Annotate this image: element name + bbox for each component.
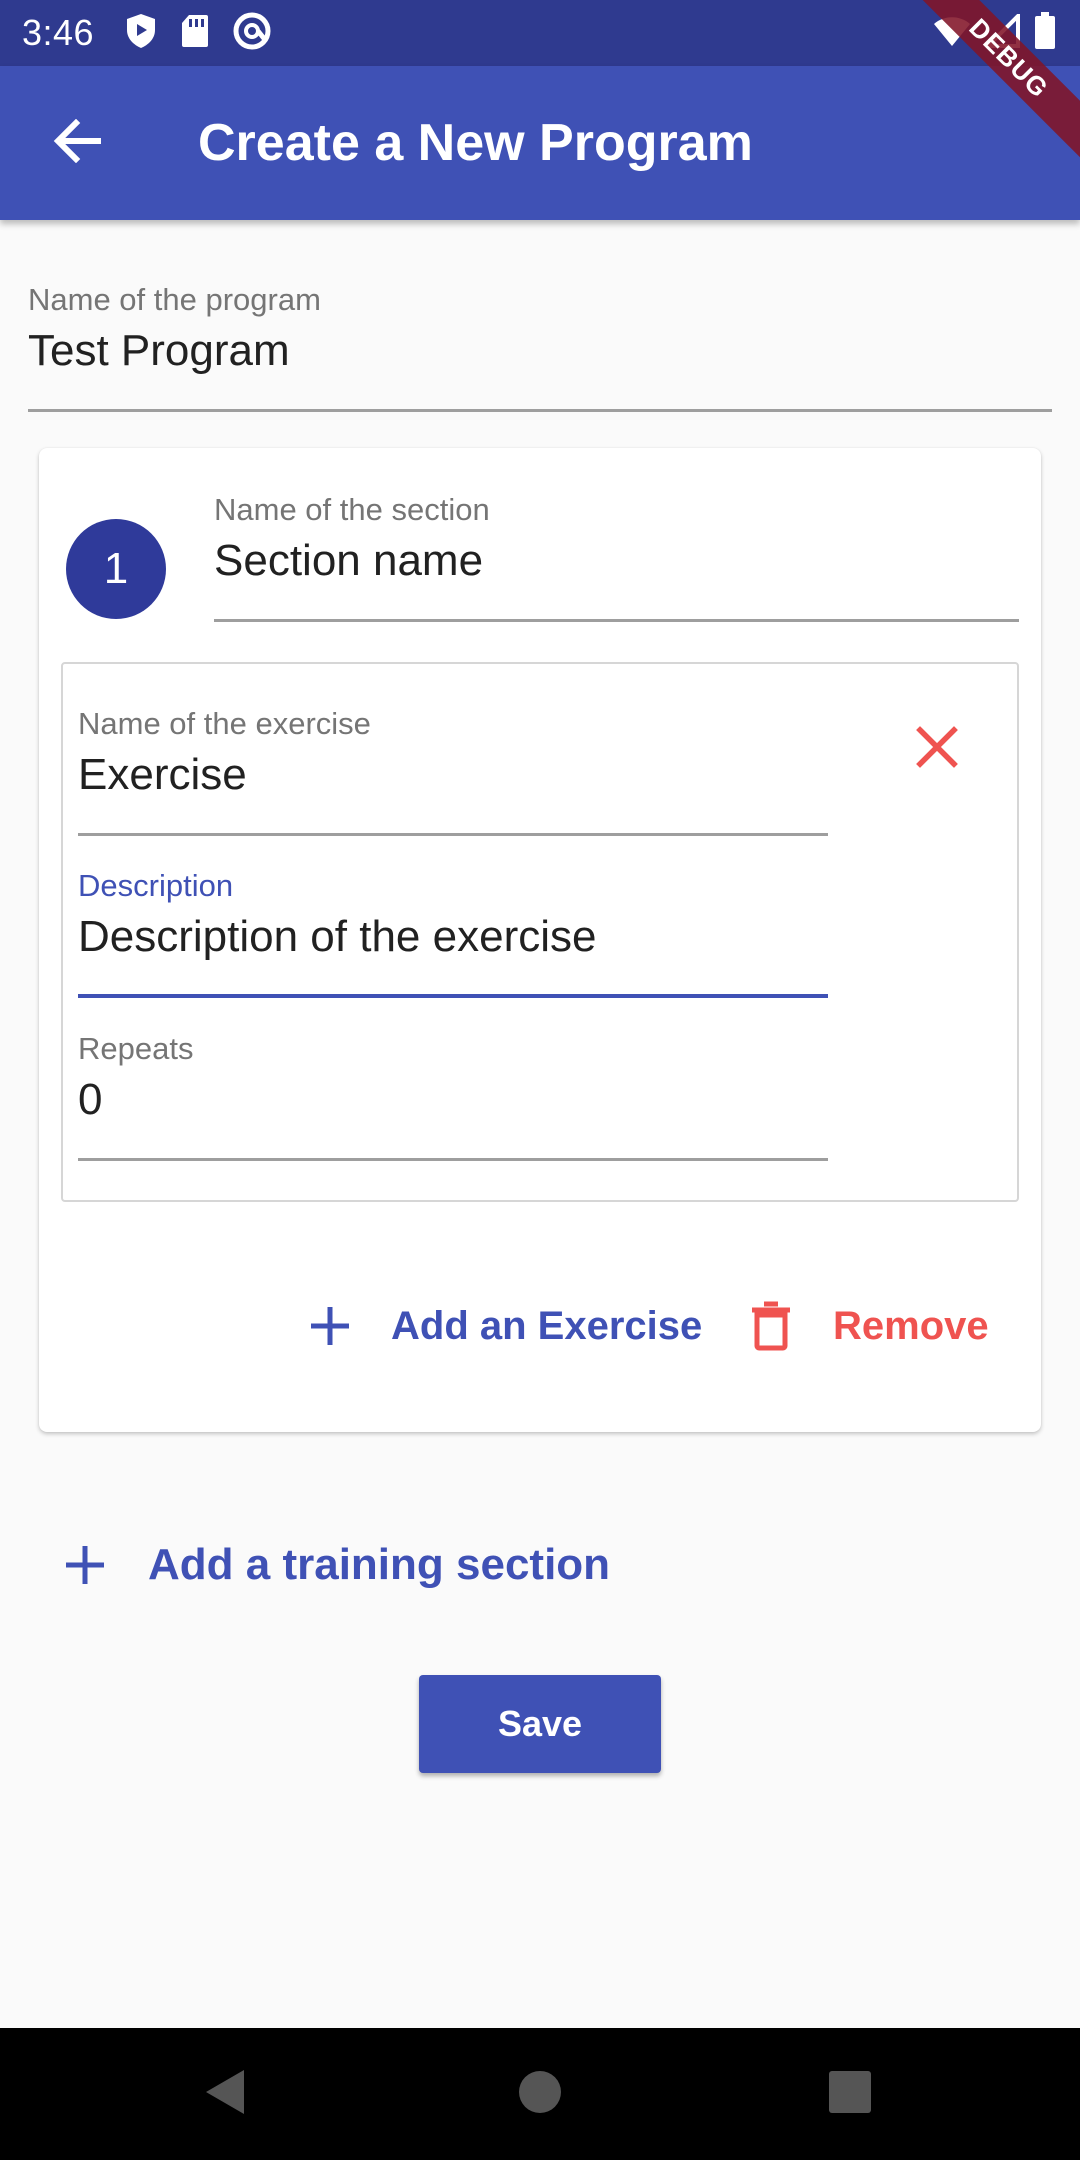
- shield-icon: [124, 12, 158, 55]
- status-time: 3:46: [22, 12, 95, 53]
- exercise-description-input[interactable]: Description of the exercise: [78, 912, 828, 962]
- exercise-box: Name of the exercise Exercise Descriptio…: [61, 662, 1019, 1202]
- screen: 3:46 DEBUG Create a New Program Name of …: [0, 0, 1080, 2160]
- section-card: 1 Name of the section Section name Name …: [39, 448, 1041, 1432]
- trash-icon: [749, 1301, 793, 1351]
- remove-section-label: Remove: [833, 1303, 989, 1348]
- program-name-input[interactable]: Test Program: [28, 326, 1052, 376]
- remove-section-button[interactable]: Remove: [749, 1286, 989, 1366]
- exercise-repeats-field[interactable]: Repeats 0: [78, 1031, 828, 1161]
- system-nav-bar: [0, 2028, 1080, 2160]
- status-icons-right: [932, 11, 1056, 55]
- exercise-name-label: Name of the exercise: [78, 706, 371, 741]
- exercise-name-field[interactable]: Name of the exercise Exercise: [78, 706, 828, 836]
- app-bar: Create a New Program: [0, 66, 1080, 220]
- battery-icon: [1034, 12, 1056, 55]
- square-recents-icon: [829, 2070, 871, 2118]
- circle-home-icon: [518, 2070, 562, 2119]
- plus-icon: [64, 1544, 106, 1586]
- exercise-repeats-label: Repeats: [78, 1031, 194, 1066]
- at-sign-icon: [232, 11, 272, 56]
- add-exercise-label: Add an Exercise: [391, 1303, 703, 1348]
- add-training-section-button[interactable]: Add a training section: [64, 1522, 610, 1608]
- exercise-description-field[interactable]: Description Description of the exercise: [78, 868, 828, 998]
- program-name-label: Name of the program: [28, 282, 321, 317]
- close-icon: [916, 725, 958, 773]
- triangle-back-icon: [204, 2068, 248, 2121]
- section-number-badge: 1: [66, 519, 166, 619]
- exercise-name-input[interactable]: Exercise: [78, 750, 828, 800]
- wifi-icon: [932, 14, 972, 53]
- nav-back-button[interactable]: [196, 2064, 256, 2124]
- nav-recents-button[interactable]: [820, 2064, 880, 2124]
- sd-card-icon: [180, 13, 210, 54]
- section-name-input[interactable]: Section name: [214, 536, 1019, 586]
- remove-exercise-button[interactable]: [892, 704, 982, 794]
- save-button[interactable]: Save: [419, 1675, 661, 1773]
- section-name-label: Name of the section: [214, 492, 490, 527]
- exercise-repeats-input[interactable]: 0: [78, 1075, 828, 1125]
- plus-icon: [309, 1305, 351, 1347]
- add-training-section-label: Add a training section: [148, 1540, 611, 1589]
- exercise-description-label: Description: [78, 868, 234, 903]
- cell-signal-icon: [983, 11, 1020, 53]
- page-title: Create a New Program: [198, 114, 753, 172]
- program-name-field[interactable]: Name of the program Test Program: [28, 282, 1052, 412]
- status-icons-left: [124, 11, 272, 56]
- add-exercise-button[interactable]: Add an Exercise: [309, 1286, 702, 1366]
- nav-home-button[interactable]: [510, 2064, 570, 2124]
- status-bar: 3:46: [0, 0, 1080, 66]
- section-name-field[interactable]: Name of the section Section name: [214, 492, 1019, 622]
- arrow-back-icon: [52, 118, 102, 168]
- back-button[interactable]: [22, 88, 132, 198]
